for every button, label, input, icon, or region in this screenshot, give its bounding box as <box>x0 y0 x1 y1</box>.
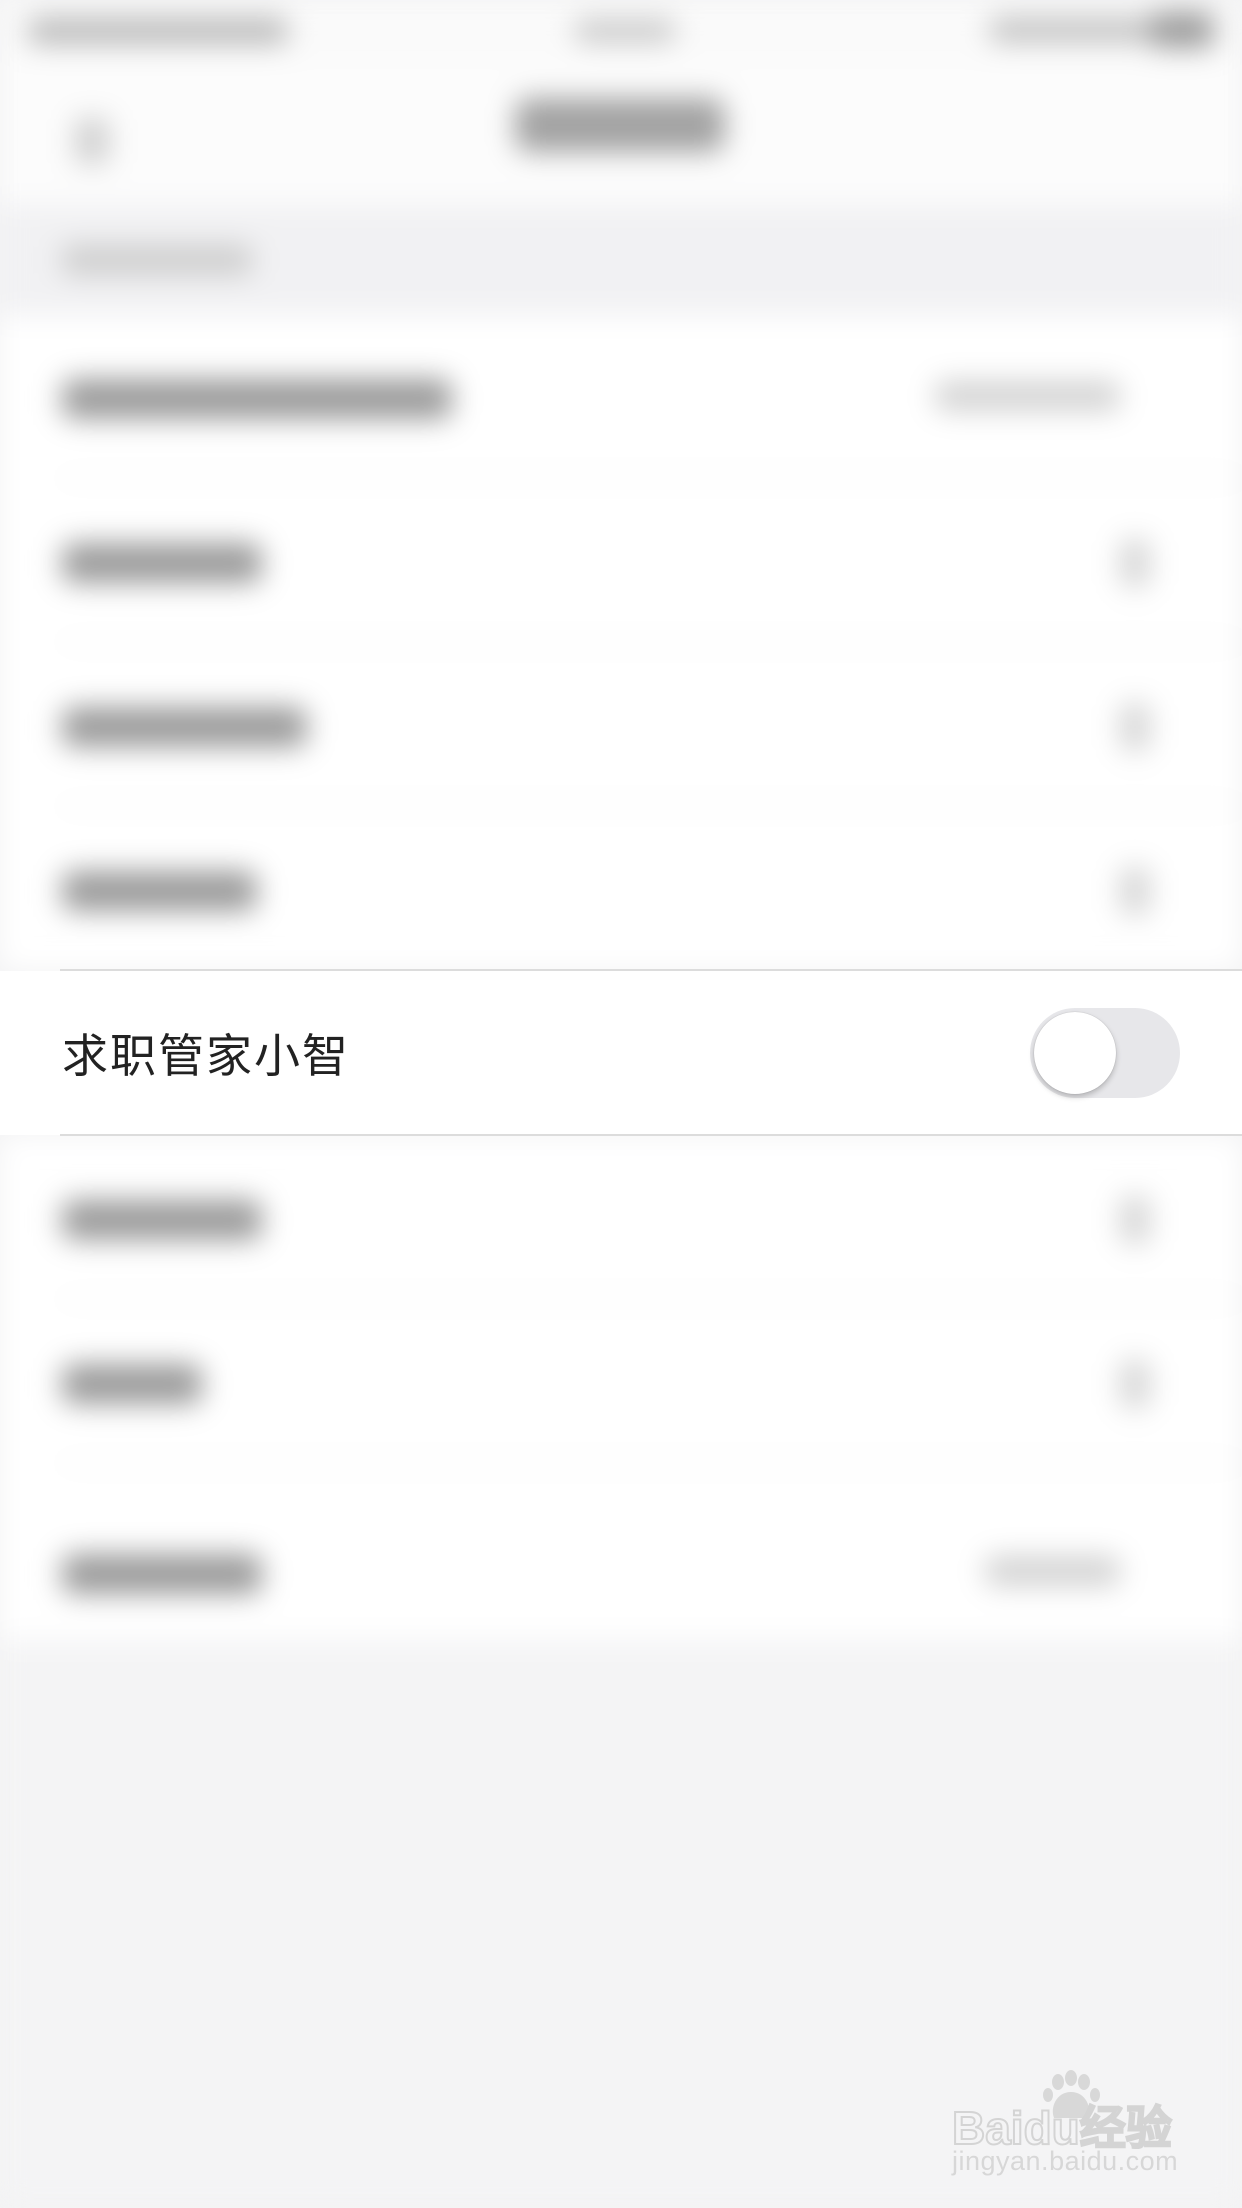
settings-row-label <box>62 1200 262 1240</box>
toggle-knob <box>1034 1012 1116 1094</box>
back-arrow-icon[interactable] <box>75 118 109 164</box>
chevron-right-icon <box>1120 703 1150 751</box>
chevron-right-icon <box>1120 1360 1150 1408</box>
navigation-bar <box>0 60 1242 205</box>
row-separator <box>60 1462 1242 1464</box>
status-bar-carrier <box>28 18 288 44</box>
settings-row[interactable] <box>0 479 1242 643</box>
settings-row-label <box>62 707 307 747</box>
settings-row-job-assistant[interactable]: 求职管家小智 <box>0 971 1242 1135</box>
settings-row[interactable] <box>0 315 1242 479</box>
settings-row[interactable] <box>0 807 1242 971</box>
settings-row-label <box>62 379 452 419</box>
settings-row-label <box>62 543 262 583</box>
baidu-paw-icon: Baidu经验 <box>951 2070 1173 2155</box>
settings-row-value <box>935 381 1120 411</box>
chevron-right-icon <box>1120 1196 1150 1244</box>
job-assistant-toggle[interactable] <box>1030 1008 1180 1098</box>
baidu-jingyan-watermark: Baidu经验 jingyan.baidu.com <box>950 2068 1190 2188</box>
settings-row[interactable] <box>0 1300 1242 1464</box>
status-bar <box>0 0 1242 60</box>
chevron-right-icon <box>1120 539 1150 587</box>
section-header-label <box>62 245 252 275</box>
settings-row[interactable] <box>0 643 1242 807</box>
watermark-url: jingyan.baidu.com <box>952 2146 1179 2176</box>
chevron-right-icon <box>1120 867 1150 915</box>
section-header <box>0 205 1242 315</box>
settings-row-label <box>62 1364 202 1404</box>
settings-row-label <box>62 1554 262 1594</box>
settings-row-label <box>62 871 257 911</box>
row-separator <box>60 1134 1242 1136</box>
settings-row[interactable] <box>0 1136 1242 1300</box>
settings-row[interactable] <box>0 1490 1242 1654</box>
status-bar-time <box>575 20 675 42</box>
battery-icon <box>1150 12 1214 48</box>
page-title <box>515 98 725 152</box>
job-assistant-label: 求职管家小智 <box>62 1029 350 1083</box>
settings-row-value <box>985 1556 1120 1586</box>
